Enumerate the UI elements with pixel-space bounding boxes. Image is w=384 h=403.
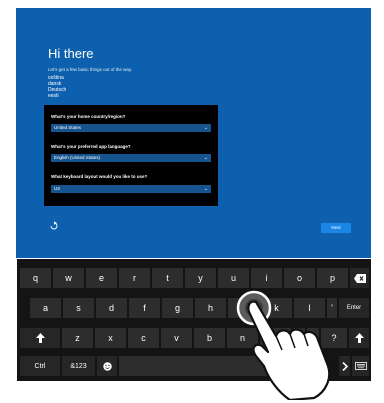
arrow-right-key[interactable]: [339, 356, 350, 376]
key-s[interactable]: s: [63, 298, 94, 318]
country-select[interactable]: United States ⌄: [51, 124, 211, 132]
tap-hand-icon: [236, 290, 331, 400]
key-v[interactable]: v: [161, 328, 192, 348]
symbols-key[interactable]: &123: [62, 356, 95, 376]
country-value: United States: [54, 125, 82, 130]
country-question: What's your home country/region?: [51, 114, 126, 119]
chevron-down-icon: ⌄: [203, 186, 208, 192]
keyboard-settings-key[interactable]: [352, 356, 369, 376]
emoji-icon: [102, 361, 112, 371]
key-r[interactable]: r: [119, 268, 150, 288]
key-g[interactable]: g: [162, 298, 193, 318]
key-d[interactable]: d: [96, 298, 127, 318]
language-option[interactable]: eesti: [48, 93, 66, 99]
key-t[interactable]: t: [152, 268, 183, 288]
ctrl-key[interactable]: Ctrl: [20, 356, 60, 376]
chevron-down-icon: ⌄: [203, 125, 208, 131]
key-a[interactable]: a: [30, 298, 61, 318]
arrow-right-icon: [341, 361, 348, 371]
key-y[interactable]: y: [185, 268, 216, 288]
keyboard-icon: [354, 362, 367, 370]
language-list: ceština dansk Deutsch eesti: [48, 75, 66, 99]
key-c[interactable]: c: [128, 328, 159, 348]
backspace-key[interactable]: [350, 268, 369, 288]
keyboard-layout-question: What keyboard layout would you like to u…: [51, 174, 148, 179]
setup-form: What's your home country/region? United …: [44, 105, 218, 206]
keyboard-layout-value: US: [54, 186, 61, 191]
keyboard-layout-select[interactable]: US ⌄: [51, 185, 211, 193]
app-language-question: What's your preferred app language?: [51, 144, 131, 149]
shift-icon: [35, 333, 45, 343]
page-subtitle: Let's get a few basic things out of the …: [48, 67, 133, 72]
backspace-icon: [353, 273, 366, 283]
page-title: Hi there: [48, 46, 94, 61]
chevron-down-icon: ⌄: [203, 155, 208, 161]
key-x[interactable]: x: [95, 328, 126, 348]
ease-of-access-icon[interactable]: [49, 221, 59, 231]
shift-icon: [354, 333, 364, 343]
app-language-value: English (United States): [54, 155, 101, 160]
app-language-select[interactable]: English (United States) ⌄: [51, 154, 211, 162]
shift-key-right[interactable]: [349, 328, 369, 348]
key-w[interactable]: w: [53, 268, 84, 288]
key-q[interactable]: q: [20, 268, 51, 288]
key-e[interactable]: e: [86, 268, 117, 288]
key-f[interactable]: f: [129, 298, 160, 318]
key-z[interactable]: z: [62, 328, 93, 348]
emoji-key[interactable]: [97, 356, 117, 376]
next-button[interactable]: Next: [321, 223, 351, 233]
shift-key-left[interactable]: [20, 328, 60, 348]
enter-key[interactable]: Enter: [339, 298, 369, 318]
